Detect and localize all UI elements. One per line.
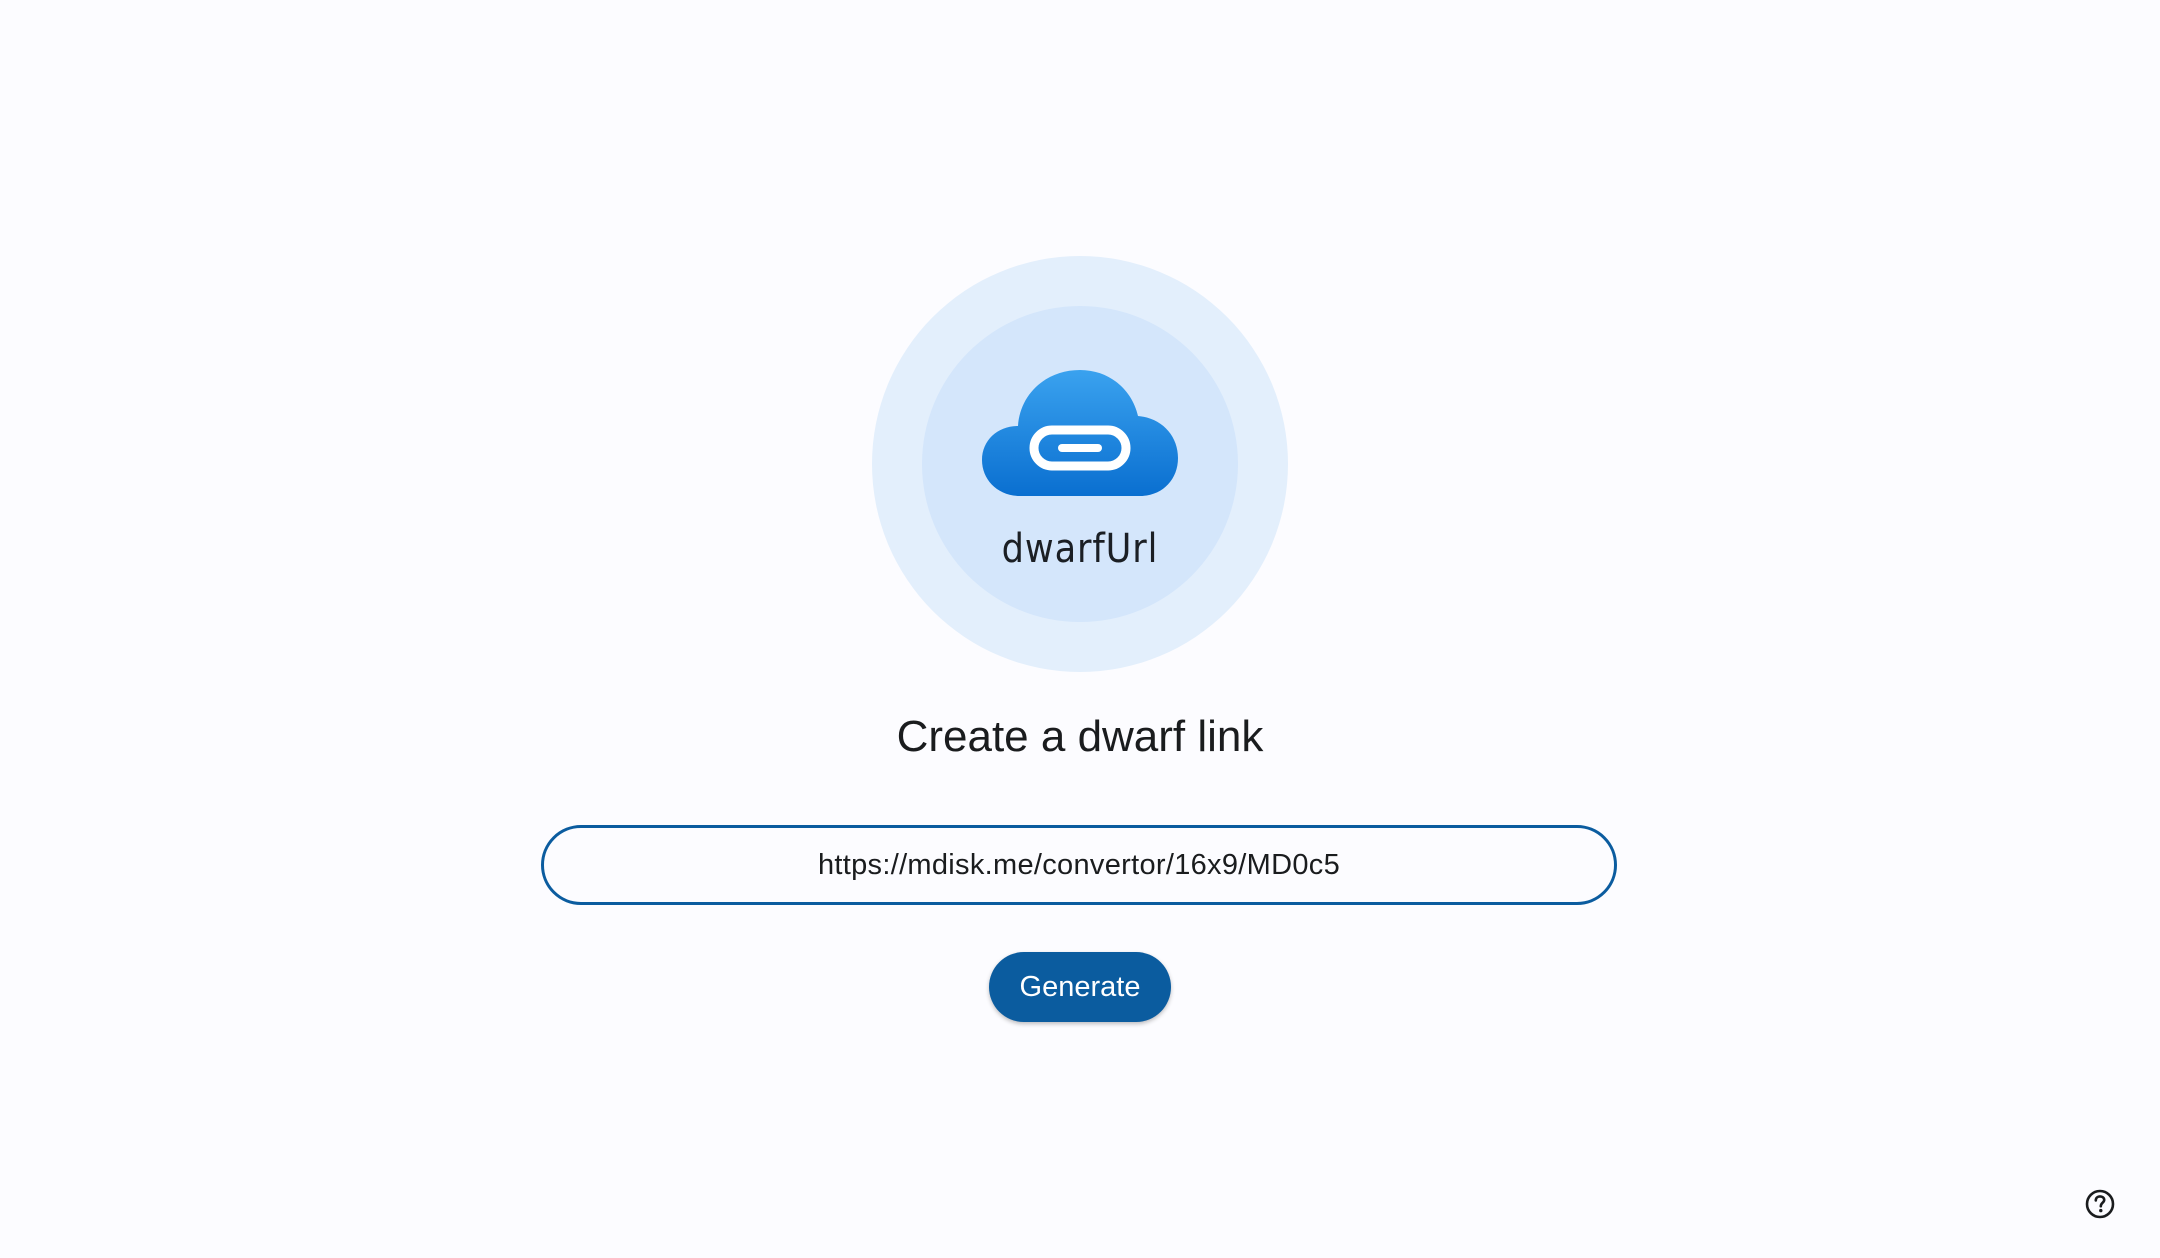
help-circle-icon[interactable] bbox=[2084, 1188, 2116, 1220]
page: dwarfUrl Create a dwarf link Generate bbox=[0, 0, 2160, 1258]
url-field[interactable] bbox=[541, 825, 1617, 905]
logo-inner-circle: dwarfUrl bbox=[922, 306, 1238, 622]
page-title: Create a dwarf link bbox=[896, 712, 1264, 761]
cloud-link-icon bbox=[982, 370, 1178, 496]
url-input[interactable] bbox=[544, 847, 1614, 883]
logo-wordmark: dwarfUrl bbox=[1001, 526, 1159, 572]
generate-button[interactable]: Generate bbox=[989, 952, 1171, 1022]
logo-outer-circle: dwarfUrl bbox=[872, 256, 1288, 672]
